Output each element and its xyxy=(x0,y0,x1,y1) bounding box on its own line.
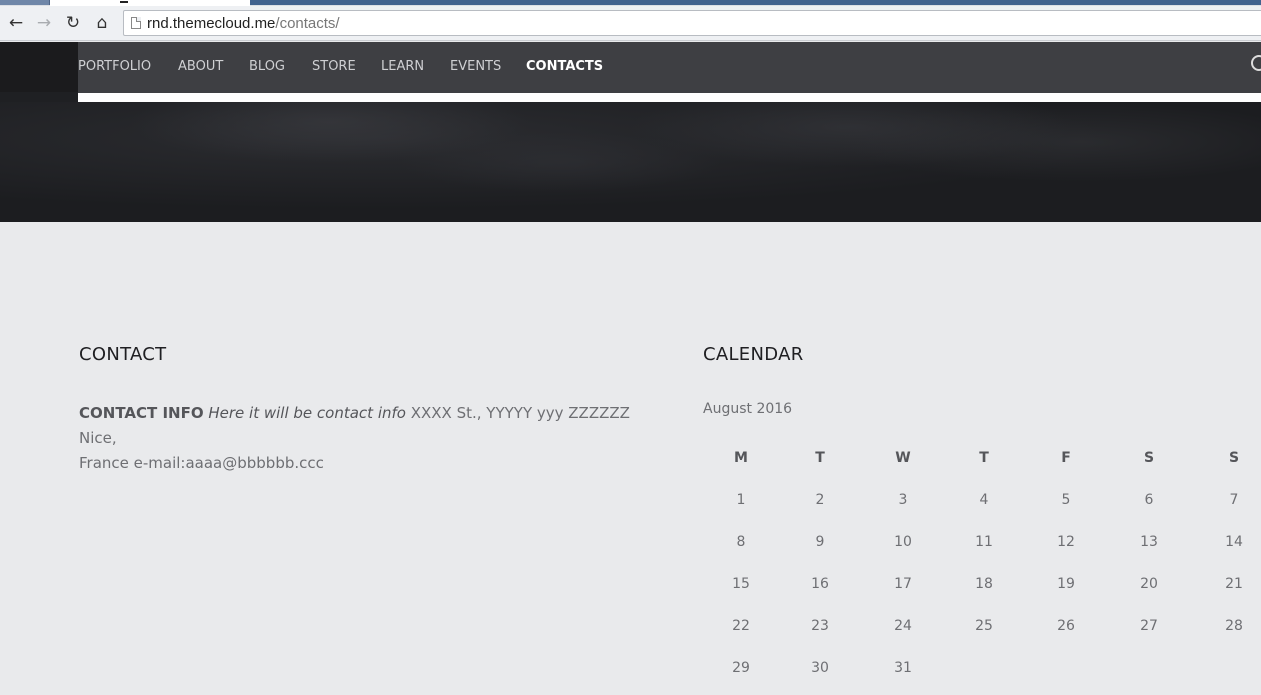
contact-info-label: CONTACT INFO xyxy=(79,404,204,422)
contact-email-line: France e-mail:aaaa@bbbbbb.ccc xyxy=(79,454,324,472)
calendar-day[interactable]: 13 xyxy=(1129,534,1169,550)
contact-heading: CONTACT xyxy=(79,344,167,365)
calendar-day[interactable]: 9 xyxy=(800,534,840,550)
url-host: rnd.themecloud.me xyxy=(147,15,276,32)
calendar-weekday: S xyxy=(1228,450,1240,466)
nav-item-contacts[interactable]: CONTACTS xyxy=(526,59,603,74)
calendar-day[interactable]: 7 xyxy=(1214,492,1254,508)
nav-item-blog[interactable]: BLOG xyxy=(249,59,285,74)
forward-arrow-icon[interactable]: → xyxy=(34,13,54,33)
browser-toolbar: ← → ↻ ⌂ rnd.themecloud.me/contacts/ xyxy=(0,6,1261,41)
address-bar[interactable]: rnd.themecloud.me/contacts/ xyxy=(123,10,1261,36)
hero-background xyxy=(0,102,1261,222)
nav-item-portfolio[interactable]: PORTFOLIO xyxy=(78,59,151,74)
calendar-day[interactable]: 30 xyxy=(800,660,840,676)
calendar-weekday: T xyxy=(979,450,989,466)
calendar-day[interactable]: 18 xyxy=(964,576,1004,592)
calendar-day[interactable]: 23 xyxy=(800,618,840,634)
calendar-day[interactable]: 16 xyxy=(800,576,840,592)
calendar-weekday: T xyxy=(815,450,825,466)
contact-info-italic: Here it will be contact info xyxy=(208,404,406,422)
main-nav: PORTFOLIO ABOUT BLOG STORE LEARN EVENTS … xyxy=(78,42,1261,93)
nav-underline-bar xyxy=(78,93,1261,102)
calendar-day[interactable]: 5 xyxy=(1046,492,1086,508)
contact-info-text: CONTACT INFO Here it will be contact inf… xyxy=(79,401,659,476)
calendar-day[interactable]: 27 xyxy=(1129,618,1169,634)
calendar-day[interactable]: 1 xyxy=(721,492,761,508)
calendar-day[interactable]: 22 xyxy=(721,618,761,634)
calendar-day[interactable]: 19 xyxy=(1046,576,1086,592)
calendar-day[interactable]: 26 xyxy=(1046,618,1086,634)
calendar-day[interactable]: 11 xyxy=(964,534,1004,550)
calendar-day[interactable]: 20 xyxy=(1129,576,1169,592)
calendar-day[interactable]: 17 xyxy=(883,576,923,592)
calendar-day[interactable]: 21 xyxy=(1214,576,1254,592)
calendar-weekday: M xyxy=(734,450,748,466)
calendar-day[interactable]: 12 xyxy=(1046,534,1086,550)
browser-tab-strip-background xyxy=(250,0,1261,5)
calendar-month: August 2016 xyxy=(703,401,793,417)
logo-area[interactable] xyxy=(0,42,78,92)
calendar-day[interactable]: 31 xyxy=(883,660,923,676)
calendar-day[interactable]: 10 xyxy=(883,534,923,550)
calendar-day[interactable]: 29 xyxy=(721,660,761,676)
calendar-day[interactable]: 14 xyxy=(1214,534,1254,550)
home-icon[interactable]: ⌂ xyxy=(92,13,112,33)
tab-icon xyxy=(120,1,128,3)
calendar-weekday: W xyxy=(895,450,911,466)
nav-item-learn[interactable]: LEARN xyxy=(381,59,424,74)
calendar-day[interactable]: 4 xyxy=(964,492,1004,508)
back-arrow-icon[interactable]: ← xyxy=(6,13,26,33)
calendar-day[interactable]: 28 xyxy=(1214,618,1254,634)
url-path: /contacts/ xyxy=(275,15,340,32)
page-icon xyxy=(131,17,141,29)
calendar-day[interactable]: 2 xyxy=(800,492,840,508)
reload-icon[interactable]: ↻ xyxy=(63,13,83,33)
calendar-weekday: F xyxy=(1061,450,1071,466)
nav-item-store[interactable]: STORE xyxy=(312,59,356,74)
calendar-day[interactable]: 6 xyxy=(1129,492,1169,508)
browser-tab[interactable] xyxy=(0,0,50,5)
calendar-day[interactable]: 24 xyxy=(883,618,923,634)
calendar-heading: CALENDAR xyxy=(703,344,804,365)
calendar-weekday: S xyxy=(1143,450,1155,466)
nav-item-events[interactable]: EVENTS xyxy=(450,59,501,74)
calendar-day[interactable]: 3 xyxy=(883,492,923,508)
url-text[interactable]: rnd.themecloud.me/contacts/ xyxy=(147,15,340,32)
calendar-day[interactable]: 15 xyxy=(721,576,761,592)
calendar-day[interactable]: 8 xyxy=(721,534,761,550)
site-header: PORTFOLIO ABOUT BLOG STORE LEARN EVENTS … xyxy=(0,42,1261,222)
calendar-day[interactable]: 25 xyxy=(964,618,1004,634)
nav-item-about[interactable]: ABOUT xyxy=(178,59,223,74)
search-icon[interactable] xyxy=(1251,55,1261,71)
